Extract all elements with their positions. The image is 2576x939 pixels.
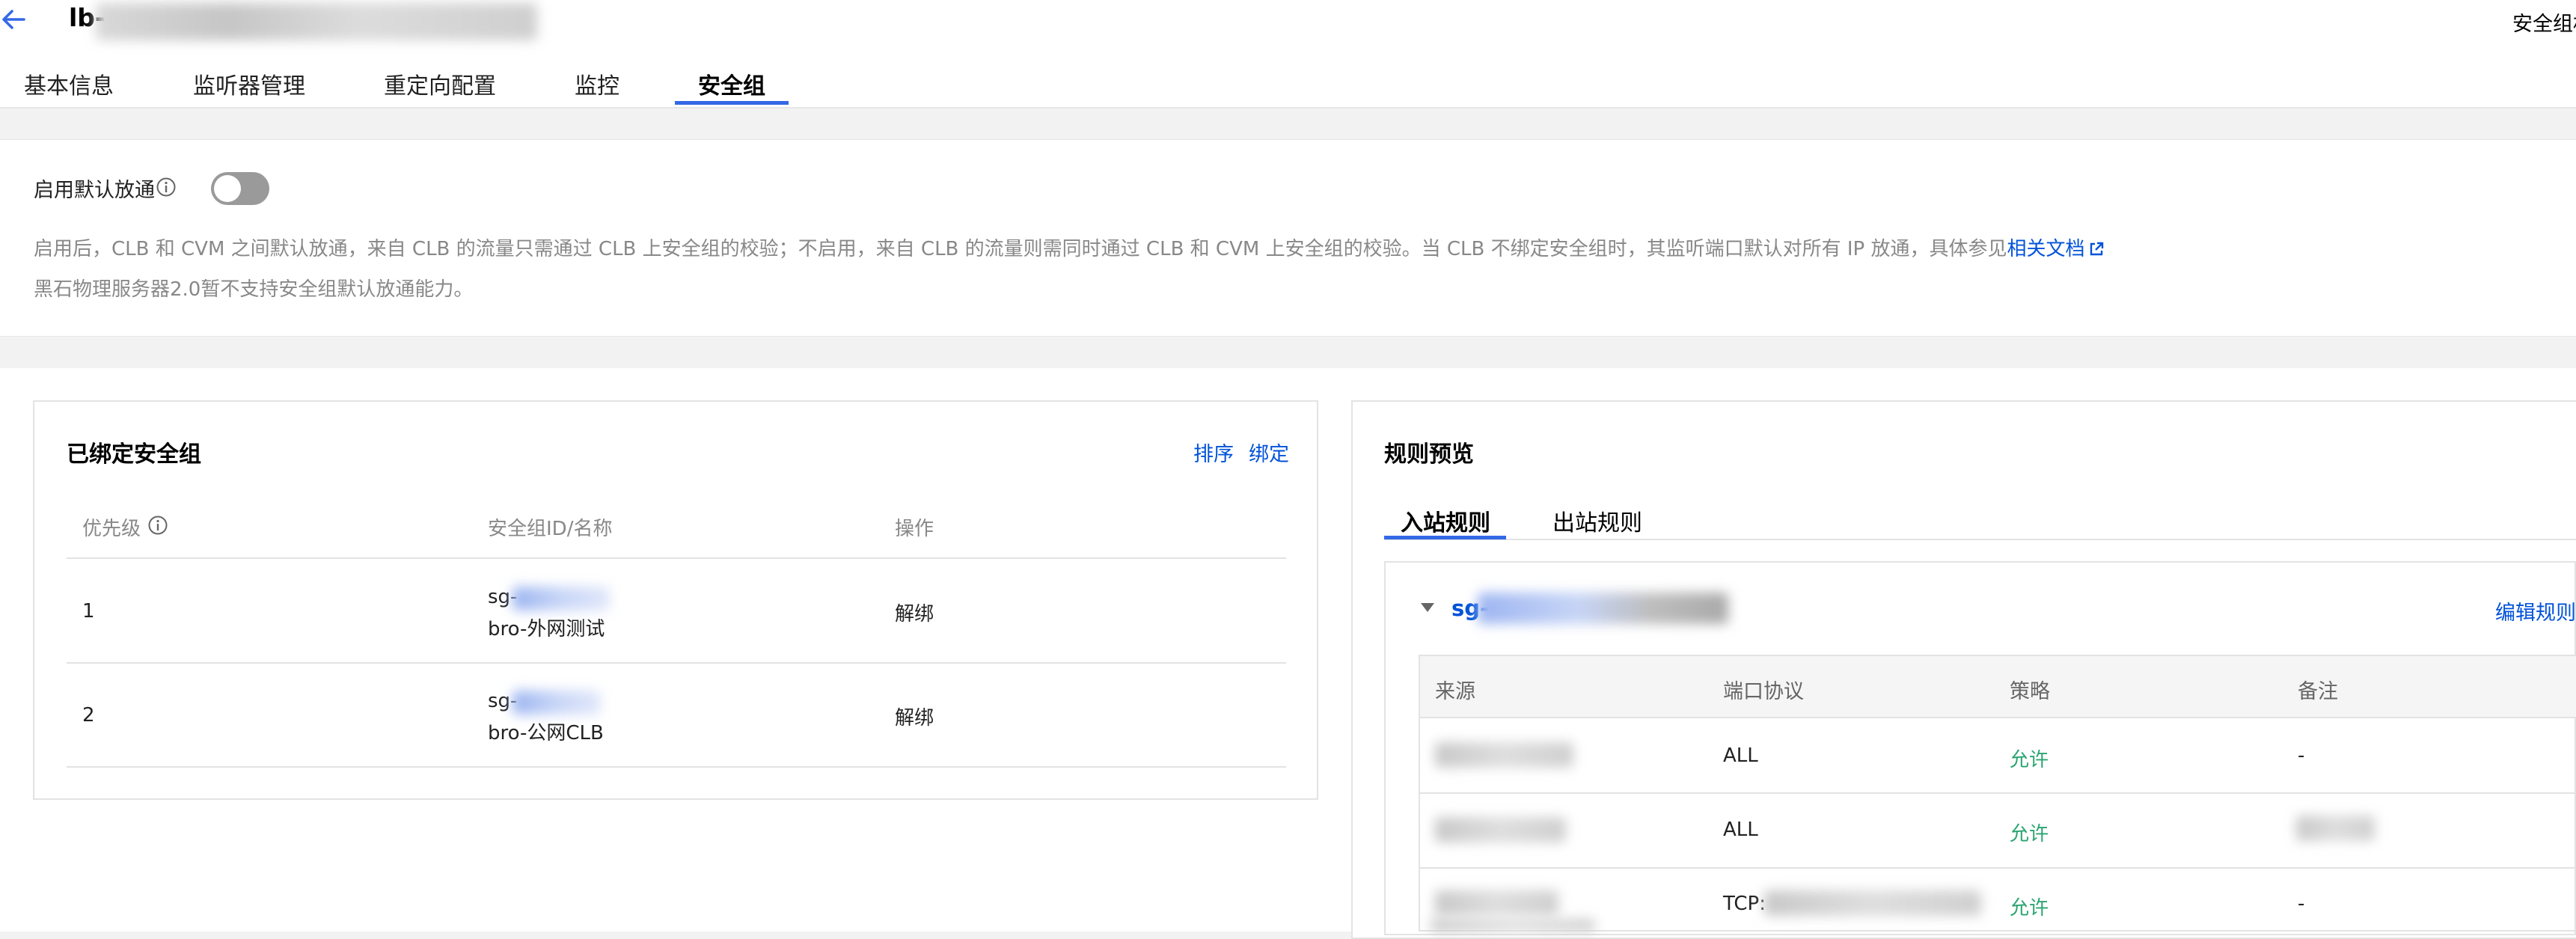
column-header-note: 备注 bbox=[2298, 680, 2338, 703]
rules-preview-title: 规则预览 bbox=[1384, 441, 1474, 468]
table-divider bbox=[1420, 717, 2576, 718]
tab-outbound-rules[interactable]: 出站规则 bbox=[1552, 504, 1642, 537]
table-divider bbox=[1420, 792, 2576, 794]
default-allow-toggle[interactable] bbox=[211, 172, 269, 205]
table-divider bbox=[67, 557, 1286, 559]
column-header-port-protocol: 端口协议 bbox=[1723, 680, 1804, 703]
sg-group-title-redacted bbox=[1478, 593, 1728, 624]
policy-value: 允许 bbox=[2010, 823, 2049, 845]
sg-id-redacted bbox=[513, 691, 601, 715]
sg-name: bro-公网CLB bbox=[488, 722, 604, 744]
note-redacted bbox=[2296, 816, 2375, 841]
port-protocol-value: ALL bbox=[1723, 819, 1758, 841]
tab-monitoring[interactable]: 监控 bbox=[575, 67, 619, 100]
rules-table-header bbox=[1420, 656, 2576, 717]
active-tab-indicator bbox=[675, 101, 789, 105]
info-icon[interactable] bbox=[156, 177, 177, 198]
sg-name: bro-外网测试 bbox=[488, 618, 605, 640]
toggle-knob bbox=[214, 175, 241, 202]
note-value: - bbox=[2298, 893, 2305, 915]
note-value: - bbox=[2298, 744, 2305, 767]
tab-basic-info[interactable]: 基本信息 bbox=[24, 67, 114, 100]
priority-value: 2 bbox=[82, 704, 95, 727]
default-allow-description: 启用后，CLB 和 CVM 之间默认放通，来自 CLB 的流量只需通过 CLB … bbox=[34, 233, 2105, 261]
edit-rules-button[interactable]: 编辑规则 bbox=[2495, 596, 2576, 626]
tab-security-group[interactable]: 安全组 bbox=[698, 67, 765, 100]
port-redacted bbox=[1764, 890, 1981, 916]
table-divider bbox=[67, 662, 1286, 664]
column-header-source: 来源 bbox=[1435, 680, 1475, 703]
description-text: 启用后，CLB 和 CVM 之间默认放通，来自 CLB 的流量只需通过 CLB … bbox=[34, 238, 2007, 260]
top-right-link[interactable]: 安全组相 bbox=[2512, 7, 2576, 37]
unbind-button[interactable]: 解绑 bbox=[895, 703, 934, 730]
column-header-action: 操作 bbox=[895, 518, 934, 540]
active-tab-indicator bbox=[1384, 536, 1506, 539]
bound-security-groups-title: 已绑定安全组 bbox=[67, 441, 201, 468]
tab-redirect-config[interactable]: 重定向配置 bbox=[384, 67, 496, 100]
policy-value: 允许 bbox=[2010, 897, 2049, 920]
table-divider bbox=[67, 766, 1286, 768]
tab-listener-management[interactable]: 监听器管理 bbox=[193, 67, 305, 100]
sort-button[interactable]: 排序 bbox=[1193, 438, 1234, 467]
unbind-button[interactable]: 解绑 bbox=[895, 599, 934, 626]
source-redacted bbox=[1435, 817, 1566, 842]
tab-inbound-rules[interactable]: 入站规则 bbox=[1401, 504, 1490, 537]
caret-down-icon[interactable] bbox=[1421, 603, 1434, 612]
source-redacted bbox=[1431, 919, 1595, 932]
default-allow-label: 启用默认放通 bbox=[34, 179, 155, 202]
port-protocol-value: ALL bbox=[1723, 744, 1758, 767]
source-redacted bbox=[1435, 890, 1558, 916]
external-link-icon[interactable] bbox=[2087, 240, 2105, 258]
bound-security-groups-panel bbox=[33, 400, 1318, 800]
source-redacted bbox=[1435, 742, 1573, 768]
port-protocol-value: TCP: bbox=[1723, 893, 1766, 915]
column-header-policy: 策略 bbox=[2010, 680, 2050, 703]
default-allow-note: 黑石物理服务器2.0暂不支持安全组默认放通能力。 bbox=[34, 278, 474, 301]
table-divider bbox=[1420, 867, 2576, 869]
bind-button[interactable]: 绑定 bbox=[1249, 438, 1289, 467]
column-header-priority: 优先级 bbox=[82, 518, 141, 540]
related-docs-link[interactable]: 相关文档 bbox=[2007, 238, 2084, 260]
policy-value: 允许 bbox=[2010, 749, 2049, 771]
info-icon[interactable] bbox=[147, 515, 168, 536]
tabs-baseline bbox=[1384, 539, 2576, 540]
page-title-redacted bbox=[96, 3, 537, 40]
column-header-sg-id-name: 安全组ID/名称 bbox=[488, 518, 613, 540]
back-arrow-icon[interactable] bbox=[0, 6, 27, 33]
sg-id-redacted bbox=[513, 587, 610, 611]
priority-value: 1 bbox=[82, 600, 95, 623]
